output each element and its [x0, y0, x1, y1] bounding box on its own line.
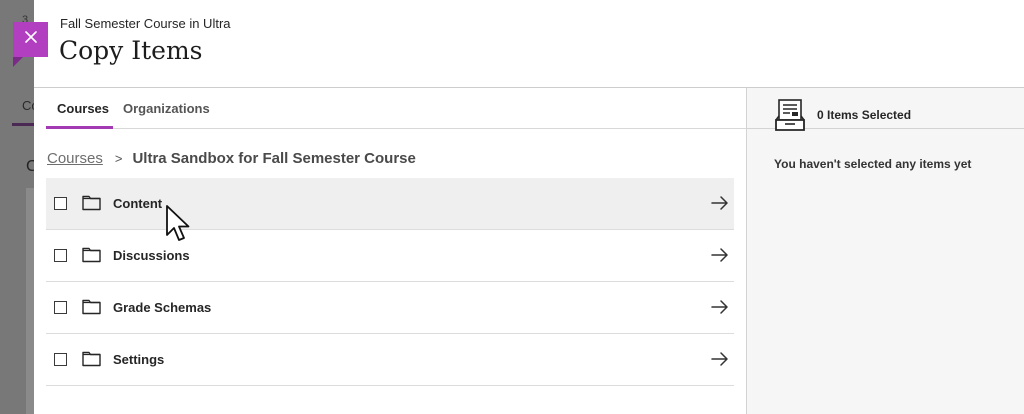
breadcrumb-courses-link[interactable]: Courses — [47, 150, 103, 167]
breadcrumb: Courses > Ultra Sandbox for Fall Semeste… — [47, 150, 416, 167]
list-item-grade-schemas[interactable]: Grade Schemas — [46, 282, 734, 334]
grade-schemas-checkbox[interactable] — [54, 301, 67, 314]
list-item-label: Discussions — [113, 248, 190, 263]
panel-header: Fall Semester Course in Ultra Copy Items — [34, 0, 1024, 88]
active-tab-indicator — [46, 126, 113, 129]
list-item-label: Content — [113, 196, 163, 211]
close-x-icon — [24, 30, 38, 49]
tab-bar: Courses Organizations — [46, 88, 746, 129]
panel-title: Copy Items — [59, 36, 203, 65]
list-item-settings[interactable]: Settings — [46, 334, 734, 386]
folder-icon — [82, 298, 101, 320]
folder-icon — [82, 246, 101, 268]
folder-icon — [82, 350, 101, 372]
folder-icon — [82, 194, 101, 216]
close-button[interactable] — [13, 22, 48, 67]
breadcrumb-separator: > — [114, 151, 123, 166]
breadcrumb-current-course: Ultra Sandbox for Fall Semester Course — [132, 150, 416, 167]
selection-sidebar: 0 Items Selected You haven't selected an… — [746, 88, 1024, 414]
items-selected-count: 0 Items Selected — [817, 108, 912, 122]
arrow-right-icon[interactable] — [711, 351, 729, 372]
tab-courses[interactable]: Courses — [57, 101, 109, 116]
tab-organizations[interactable]: Organizations — [123, 101, 210, 116]
selection-header: 0 Items Selected — [747, 88, 1024, 131]
list-item-label: Grade Schemas — [113, 300, 212, 315]
list-item-label: Settings — [113, 352, 165, 367]
panel-subtitle: Fall Semester Course in Ultra — [60, 16, 231, 31]
item-list: Content Discussions Grade Schemas Settin… — [46, 178, 734, 386]
list-item-discussions[interactable]: Discussions — [46, 230, 734, 282]
settings-checkbox[interactable] — [54, 353, 67, 366]
copy-basket-icon — [775, 98, 805, 137]
arrow-right-icon[interactable] — [711, 247, 729, 268]
list-item-content[interactable]: Content — [46, 178, 734, 230]
course-browser: Courses Organizations Courses > Ultra Sa… — [34, 88, 746, 414]
arrow-right-icon[interactable] — [711, 195, 729, 216]
background-tab-underline — [12, 123, 34, 126]
content-checkbox[interactable] — [54, 197, 67, 210]
discussions-checkbox[interactable] — [54, 249, 67, 262]
mouse-pointer-icon — [165, 204, 191, 249]
arrow-right-icon[interactable] — [711, 299, 729, 320]
empty-selection-message: You haven't selected any items yet — [774, 157, 972, 171]
